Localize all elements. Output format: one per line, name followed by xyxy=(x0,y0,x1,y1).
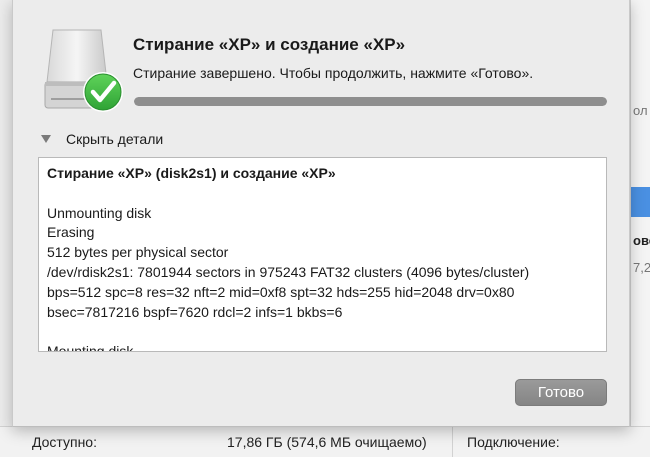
hide-details-label: Скрыть детали xyxy=(66,131,164,147)
disk-icon xyxy=(44,29,123,112)
background-fragment: 7,2 xyxy=(633,260,650,275)
checkmark-badge-icon xyxy=(83,72,123,112)
disclosure-triangle-icon[interactable] xyxy=(41,135,51,143)
log-line: Unmounting disk xyxy=(47,204,152,221)
log-line: Стирание «XP» (disk2s1) и создание «XP» xyxy=(47,165,336,181)
background-fragment: ол xyxy=(633,103,648,118)
progress-fill xyxy=(134,97,607,106)
available-value: 17,86 ГБ (574,6 МБ очищаемо) xyxy=(227,434,427,450)
log-line: Erasing xyxy=(47,224,95,241)
background-info-bar: Доступно: 17,86 ГБ (574,6 МБ очищаемо) П… xyxy=(0,426,650,457)
background-selection-highlight xyxy=(631,187,650,217)
done-button[interactable]: Готово xyxy=(515,379,607,406)
log-line: 512 bytes per physical sector xyxy=(47,244,229,261)
dialog-subtitle: Стирание завершено. Чтобы продолжить, на… xyxy=(133,65,534,81)
log-line: bsec=7817216 bspf=7620 rdcl=2 infs=1 bkb… xyxy=(47,303,343,320)
info-divider xyxy=(452,427,453,457)
log-line: Mounting disk xyxy=(47,343,134,352)
available-label: Доступно: xyxy=(32,434,97,450)
details-log[interactable]: Стирание «XP» (disk2s1) и создание «XP» U… xyxy=(38,157,607,352)
hide-details-toggle[interactable]: Скрыть детали xyxy=(41,130,163,148)
dialog-title: Стирание «XP» и создание «XP» xyxy=(133,35,406,54)
background-right-panel: ол ове 7,2 xyxy=(630,0,650,457)
progress-bar xyxy=(134,97,607,106)
background-fragment: ове xyxy=(633,233,650,248)
log-line: bps=512 spc=8 res=32 nft=2 mid=0xf8 spt=… xyxy=(47,283,515,300)
connection-label: Подключение: xyxy=(467,434,560,450)
log-line: /dev/rdisk2s1: 7801944 sectors in 975243… xyxy=(47,263,530,280)
erase-sheet-dialog: Стирание «XP» и создание «XP» Стирание з… xyxy=(12,0,630,427)
